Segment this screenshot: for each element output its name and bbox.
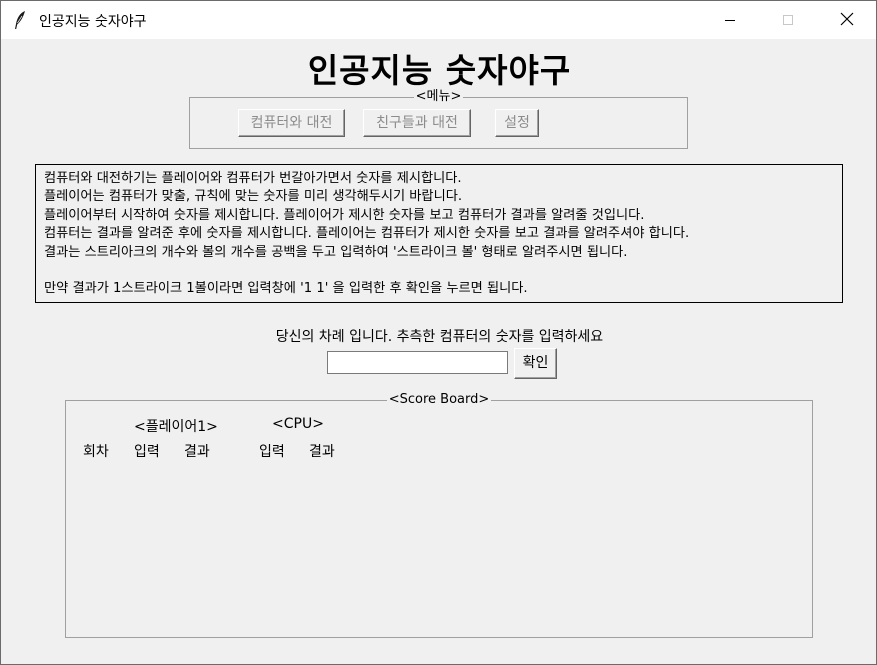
instruction-line: 만약 결과가 1스트라이크 1볼이라면 입력창에 '1 1' 을 입력한 후 확… [44, 281, 528, 297]
menu-legend: <메뉴> [413, 89, 464, 104]
score-board-legend: <Score Board> [386, 392, 492, 407]
page-title: 인공지능 숫자야구 [307, 51, 572, 90]
app-window: 인공지능 숫자야구 인공지능 숫자야구 <메뉴> 컴퓨터와 대전 친구들과 대전… [0, 0, 877, 665]
instruction-line: 플레이어는 컴퓨터가 맞출, 규칙에 맞는 숫자를 미리 생각해두시기 바랍니다… [44, 189, 463, 205]
cpu-header: <CPU> [272, 416, 324, 432]
minimize-button[interactable] [701, 1, 759, 39]
instruction-line: 컴퓨터와 대전하기는 플레이어와 컴퓨터가 번갈아가면서 숫자를 제시합니다. [44, 171, 462, 186]
guess-input[interactable] [327, 351, 508, 374]
turn-prompt: 당신의 차례 입니다. 추측한 컴퓨터의 숫자를 입력하세요 [275, 329, 604, 345]
client-area: 인공지능 숫자야구 <메뉴> 컴퓨터와 대전 친구들과 대전 설정 컴퓨터와 대… [1, 39, 876, 664]
round-column-header: 회차 [83, 444, 109, 460]
confirm-button[interactable]: 확인 [514, 348, 557, 379]
instruction-line: 플레이어부터 시작하여 숫자를 제시합니다. 플레이어가 제시한 숫자를 보고 … [44, 207, 645, 223]
maximize-icon [782, 11, 794, 30]
score-board: <Score Board> <플레이어1> <CPU> 회차 입력 결과 입력 … [65, 392, 813, 638]
settings-button[interactable]: 설정 [495, 109, 539, 137]
cpu-input-column-header: 입력 [259, 444, 285, 460]
cpu-result-column-header: 결과 [309, 444, 335, 460]
instructions-box: 컴퓨터와 대전하기는 플레이어와 컴퓨터가 번갈아가면서 숫자를 제시합니다. … [35, 164, 843, 303]
close-icon [840, 11, 854, 30]
player-header: <플레이어1> [134, 419, 218, 435]
maximize-button[interactable] [759, 1, 817, 39]
instruction-line: 컴퓨터는 결과를 알려준 후에 숫자를 제시합니다. 플레이어는 컴퓨터가 제시… [44, 226, 690, 242]
minimize-icon [724, 11, 736, 30]
vs-computer-button[interactable]: 컴퓨터와 대전 [238, 109, 345, 137]
player-result-column-header: 결과 [184, 444, 210, 460]
vs-friends-button[interactable]: 친구들과 대전 [363, 109, 471, 137]
close-button[interactable] [818, 1, 876, 39]
window-title: 인공지능 숫자야구 [39, 14, 147, 30]
instruction-line [44, 262, 842, 280]
title-bar[interactable]: 인공지능 숫자야구 [1, 1, 876, 39]
feather-icon [13, 10, 27, 30]
player-input-column-header: 입력 [134, 444, 160, 460]
instruction-line: 결과는 스트리아크의 개수와 볼의 개수를 공백을 두고 입력하여 '스트라이크… [44, 244, 628, 260]
